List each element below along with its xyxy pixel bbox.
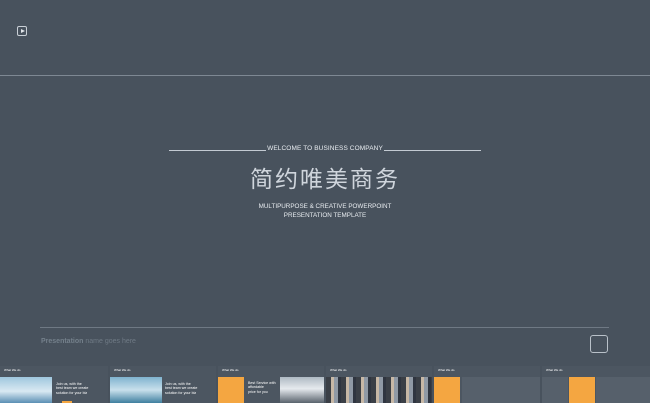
thumb-caption: What We do — [546, 368, 563, 372]
thumbnail-strip: What We do Join us, with the best team w… — [0, 366, 650, 403]
play-icon[interactable] — [17, 26, 27, 36]
presentation-hint: name goes here — [85, 338, 136, 345]
thumb-photo — [0, 377, 52, 403]
welcome-banner: WELCOME TO BUSINESS COMPANY — [169, 143, 481, 157]
slide-thumbnail-3[interactable]: What We do Best Service with affordable … — [218, 366, 324, 403]
subtitle-line-2: PRESENTATION TEMPLATE — [283, 212, 367, 219]
welcome-line-right — [384, 150, 481, 151]
fullscreen-button[interactable] — [590, 335, 608, 353]
slide-thumbnail-4[interactable]: What We do — [326, 366, 432, 403]
thumb-caption: What We do — [4, 368, 21, 372]
slide-title: 简约唯美商务 — [250, 167, 400, 193]
subtitle-line-1: MULTIPURPOSE & CREATIVE POWERPOINT — [258, 203, 392, 210]
thumb-caption: What We do — [330, 368, 347, 372]
thumb-text: Best Service with affordable price for y… — [248, 381, 276, 394]
thumb-caption: What We do — [114, 368, 131, 372]
thumb-text: Join us, with the best team we create so… — [165, 382, 197, 395]
slide-thumbnail-1[interactable]: What We do Join us, with the best team w… — [0, 366, 108, 403]
thumb-photo — [110, 377, 162, 403]
thumb-caption: What We do — [222, 368, 239, 372]
presentation-name: Presentation name goes here — [41, 338, 136, 345]
slide-canvas: WELCOME TO BUSINESS COMPANY 简约唯美商务 MULTI… — [0, 0, 650, 403]
thumb-text-line-3: price for you — [248, 389, 268, 394]
thumb-panel — [462, 377, 540, 403]
bottom-divider — [40, 327, 609, 328]
thumb-accent — [569, 377, 595, 403]
thumb-accent — [218, 377, 244, 403]
thumb-panel — [596, 377, 650, 403]
slide-thumbnail-5[interactable]: What We do — [434, 366, 540, 403]
thumb-text-line-3: solution for your biz — [165, 390, 197, 395]
presentation-label: Presentation — [41, 338, 84, 345]
thumb-caption: What We do — [438, 368, 455, 372]
slide-subtitle: MULTIPURPOSE & CREATIVE POWERPOINT PRESE… — [0, 202, 650, 220]
thumb-photo — [280, 377, 324, 403]
thumb-text-line-3: solution for your biz — [56, 390, 88, 395]
thumb-photo — [326, 377, 432, 403]
top-divider — [0, 75, 650, 76]
thumb-accent — [434, 377, 460, 403]
thumb-panel — [542, 377, 568, 403]
slide-thumbnail-2[interactable]: What We do Join us, with the best team w… — [110, 366, 216, 403]
slide-thumbnail-6[interactable]: What We do — [542, 366, 650, 403]
thumb-text: Join us, with the best team we create so… — [56, 382, 88, 395]
